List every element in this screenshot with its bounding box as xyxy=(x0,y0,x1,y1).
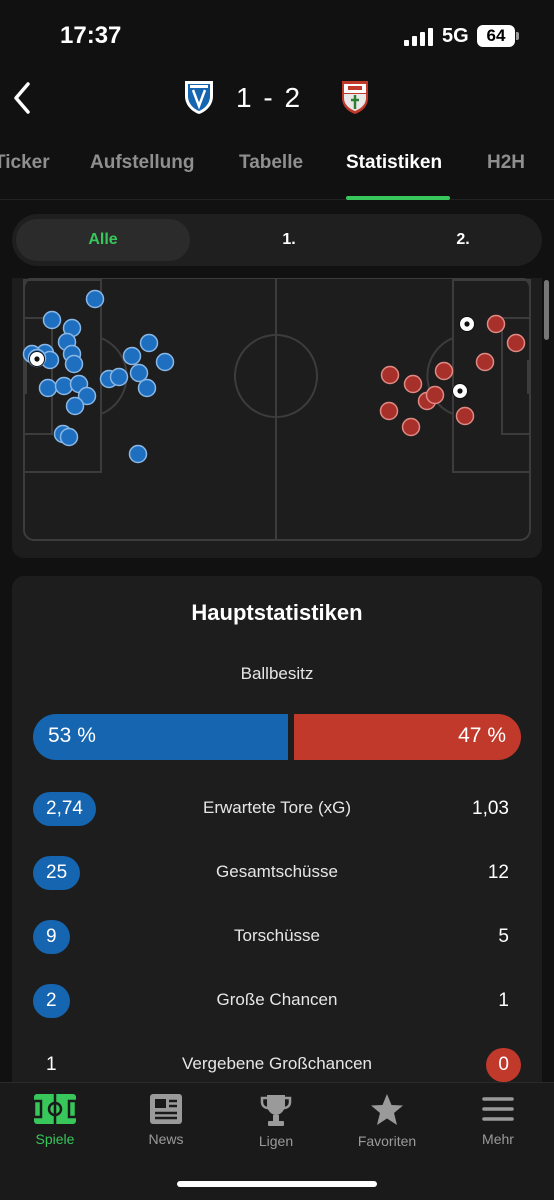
away-shot-marker[interactable] xyxy=(455,406,475,426)
tab-h2h[interactable]: H2H xyxy=(487,152,525,174)
stat-away-value: 12 xyxy=(487,862,509,883)
chevron-left-icon[interactable] xyxy=(8,80,38,116)
home-shot-marker[interactable] xyxy=(122,346,142,366)
main-stats-card: Hauptstatistiken Ballbesitz 53 % 47 % 2,… xyxy=(12,576,542,1096)
home-shot-marker[interactable] xyxy=(109,367,129,387)
nav-ligen[interactable]: Ligen xyxy=(226,1093,326,1149)
home-shot-marker[interactable] xyxy=(64,354,84,374)
period-all[interactable]: Alle xyxy=(16,219,190,261)
away-shot-marker[interactable] xyxy=(401,417,421,437)
nav-news[interactable]: News xyxy=(116,1093,216,1147)
home-shot-marker[interactable] xyxy=(137,378,157,398)
possession-label: Ballbesitz xyxy=(240,664,314,683)
stat-label: Gesamtschüsse xyxy=(216,862,338,881)
football-icon[interactable] xyxy=(452,383,468,399)
newspaper-icon xyxy=(150,1094,182,1124)
battery-icon: 64 xyxy=(477,25,519,47)
nav-mehr[interactable]: Mehr xyxy=(448,1093,548,1147)
home-shot-marker[interactable] xyxy=(54,376,74,396)
away-shot-marker[interactable] xyxy=(434,361,454,381)
nav-label: Mehr xyxy=(482,1131,514,1147)
home-shot-marker[interactable] xyxy=(155,352,175,372)
active-tab-indicator xyxy=(346,196,450,200)
status-bar: 17:37 5G 64 xyxy=(0,0,554,70)
away-shot-marker[interactable] xyxy=(380,365,400,385)
home-shot-marker[interactable] xyxy=(85,289,105,309)
nav-spiele[interactable]: Spiele xyxy=(5,1093,105,1147)
possession-home: 53 % xyxy=(33,714,288,760)
stat-label: Vergebene Großchancen xyxy=(182,1054,372,1073)
period-first-half[interactable]: 1. xyxy=(202,214,376,266)
vfl-bochum-crest-icon[interactable] xyxy=(182,78,216,116)
nav-label: Ligen xyxy=(258,1133,294,1149)
match-header: 1 - 2 xyxy=(0,70,554,130)
signal-icon xyxy=(404,28,434,46)
nav-label: Favoriten xyxy=(357,1133,417,1149)
possession-home-value: 53 % xyxy=(48,724,96,747)
stat-label: Große Chancen xyxy=(216,990,338,1009)
away-shot-marker[interactable] xyxy=(506,333,526,353)
pitch-icon xyxy=(33,1094,77,1124)
period-selector: Alle 1. 2. xyxy=(12,214,542,266)
match-score: 1 - 2 xyxy=(236,82,303,113)
away-shot-marker[interactable] xyxy=(425,385,445,405)
possession-away: 47 % xyxy=(294,714,521,760)
stat-label: Torschüsse xyxy=(234,926,320,945)
scrollbar[interactable] xyxy=(544,280,549,340)
stat-row-shots-on-target: 9 Torschüsse 5 xyxy=(12,917,542,957)
home-shot-marker[interactable] xyxy=(128,444,148,464)
tab-tabelle[interactable]: Tabelle xyxy=(239,152,303,174)
stat-away-value: 1,03 xyxy=(472,798,509,819)
nav-favoriten[interactable]: Favoriten xyxy=(337,1093,437,1149)
status-time: 17:37 xyxy=(60,22,122,49)
tab-aufstellung[interactable]: Aufstellung xyxy=(90,152,195,174)
possession-bar: 53 % 47 % xyxy=(33,714,521,760)
home-shot-marker[interactable] xyxy=(42,310,62,330)
away-shot-marker[interactable] xyxy=(486,314,506,334)
stat-away-value: 0 xyxy=(486,1048,521,1082)
possession-away-value: 47 % xyxy=(458,724,506,747)
stat-away-value: 5 xyxy=(498,926,509,947)
home-shot-marker[interactable] xyxy=(129,363,149,383)
period-second-half[interactable]: 2. xyxy=(376,214,550,266)
nav-label: News xyxy=(148,1131,184,1147)
home-shot-marker[interactable] xyxy=(38,378,58,398)
fc-augsburg-crest-icon[interactable] xyxy=(338,78,372,116)
shot-map xyxy=(12,278,542,558)
tab-ticker[interactable]: Ticker xyxy=(0,152,50,174)
home-shot-marker[interactable] xyxy=(59,427,79,447)
football-icon[interactable] xyxy=(459,316,475,332)
tab-statistiken[interactable]: Statistiken xyxy=(346,152,442,174)
home-indicator[interactable] xyxy=(177,1181,377,1187)
star-icon xyxy=(371,1094,403,1125)
stat-row-big-chances-missed: 1 Vergebene Großchancen 0 xyxy=(12,1045,542,1085)
network-type: 5G xyxy=(442,25,469,47)
stats-title: Hauptstatistiken xyxy=(191,600,363,625)
home-shot-marker[interactable] xyxy=(65,396,85,416)
football-icon[interactable] xyxy=(29,351,45,367)
home-shot-marker[interactable] xyxy=(139,333,159,353)
nav-label: Spiele xyxy=(35,1131,75,1147)
away-shot-marker[interactable] xyxy=(403,374,423,394)
away-shot-marker[interactable] xyxy=(475,352,495,372)
stat-row-big-chances: 2 Große Chancen 1 xyxy=(12,981,542,1021)
menu-icon xyxy=(482,1097,514,1121)
stat-row-total-shots: 25 Gesamtschüsse 12 xyxy=(12,853,542,893)
stat-row-xg: 2,74 Erwartete Tore (xG) 1,03 xyxy=(12,789,542,829)
stat-away-value: 1 xyxy=(498,990,509,1011)
trophy-icon xyxy=(260,1095,292,1126)
away-shot-marker[interactable] xyxy=(379,401,399,421)
match-tabs: Ticker Aufstellung Tabelle Statistiken H… xyxy=(0,130,554,200)
